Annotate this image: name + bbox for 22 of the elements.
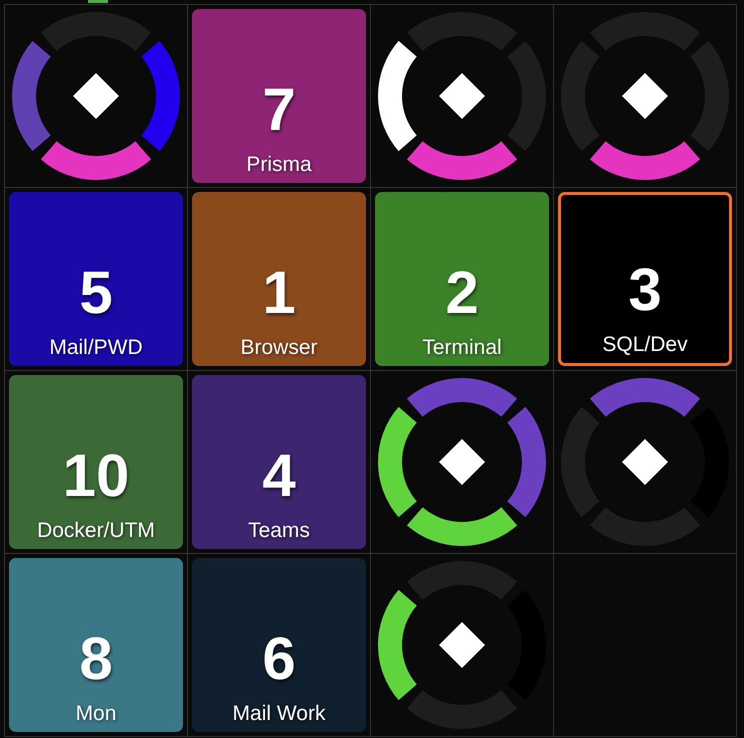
app-button[interactable]: 1 Browser [192,192,366,366]
app-button[interactable]: 8 Mon [9,558,183,732]
dial[interactable] [378,561,546,729]
diamond-icon [622,73,668,119]
diamond-icon [73,73,119,119]
dial[interactable] [12,12,180,180]
app-button[interactable]: 2 Terminal [375,192,549,366]
diamond-icon [439,622,485,668]
app-button[interactable]: 6 Mail Work [192,558,366,732]
app-button[interactable]: 4 Teams [192,375,366,549]
app-button[interactable]: 5 Mail/PWD [9,192,183,366]
dial[interactable] [378,12,546,180]
dial[interactable] [561,378,729,546]
diamond-icon [439,73,485,119]
diamond-icon [622,439,668,485]
app-button[interactable]: 7 Prisma [192,9,366,183]
app-button[interactable]: 10 Docker/UTM [9,375,183,549]
diamond-icon [439,439,485,485]
indicator-bar [88,0,108,3]
dial[interactable] [378,378,546,546]
dial[interactable] [561,12,729,180]
app-button[interactable]: 3 SQL/Dev [558,192,732,366]
